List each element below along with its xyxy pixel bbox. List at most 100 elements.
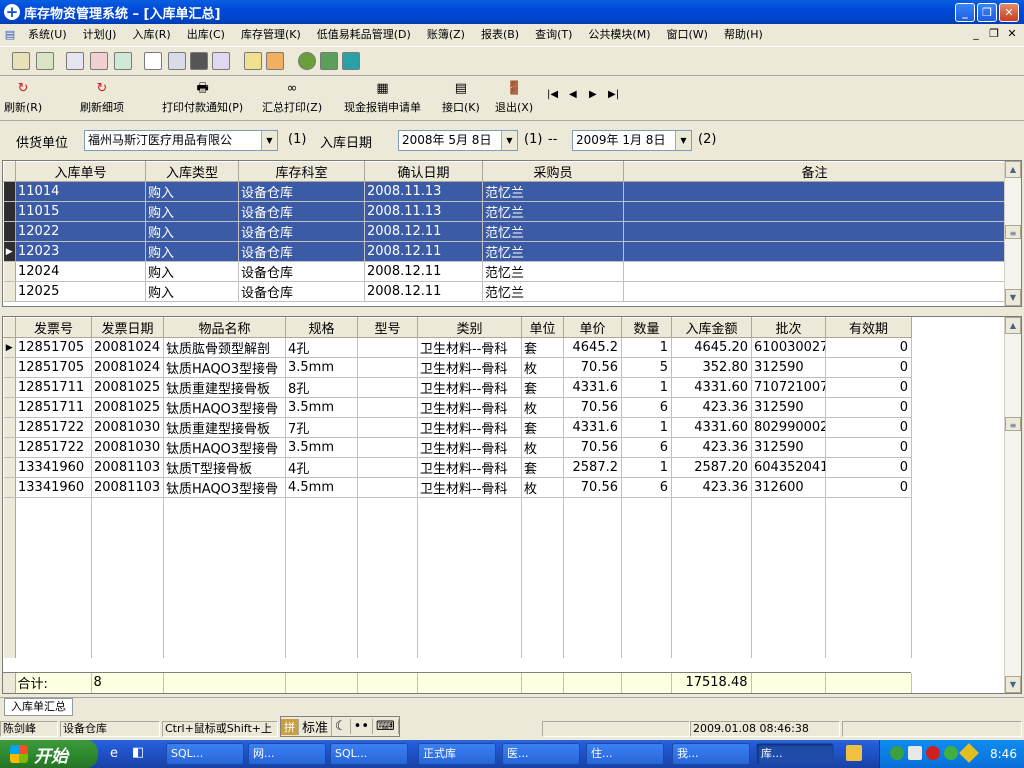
col-header-unit[interactable]: 单位 <box>521 317 564 338</box>
clock[interactable]: 8:46 <box>990 747 1017 761</box>
col-header-dept[interactable]: 库存科室 <box>238 161 365 182</box>
row-indicator[interactable] <box>3 477 16 498</box>
sheet-icon[interactable] <box>342 52 360 70</box>
menu-common[interactable]: 公共模块(M) <box>580 26 658 42</box>
menu-inbound[interactable]: 入库(R) <box>124 26 178 42</box>
col-header-qty[interactable]: 数量 <box>621 317 672 338</box>
save-icon[interactable] <box>36 52 54 70</box>
refresh-button[interactable]: ↻ 刷新(R) <box>4 81 42 115</box>
col-header-item-name[interactable]: 物品名称 <box>163 317 286 338</box>
chevron-down-icon[interactable]: ▼ <box>675 131 691 150</box>
scroll-thumb[interactable]: ≡ <box>1005 417 1021 431</box>
shield-icon[interactable] <box>959 743 979 763</box>
transfer-icon[interactable] <box>114 52 132 70</box>
next-record-button[interactable]: ▶ <box>589 89 597 100</box>
col-header-confirm-date[interactable]: 确认日期 <box>364 161 483 182</box>
document-icon[interactable]: ▤ <box>0 28 20 41</box>
scroll-up-icon[interactable]: ▲ <box>1005 161 1021 178</box>
security-alert-icon[interactable] <box>926 746 940 760</box>
row-indicator[interactable] <box>3 377 16 398</box>
stop-icon[interactable] <box>298 52 316 70</box>
menu-window[interactable]: 窗口(W) <box>658 26 715 42</box>
network-icon[interactable] <box>890 746 904 760</box>
keyboard-icon[interactable]: ⌨ <box>373 719 399 734</box>
col-header-model[interactable]: 型号 <box>357 317 418 338</box>
task-web[interactable]: 网... <box>248 743 326 765</box>
ime-toolbar[interactable]: 拼 标准 ☾ •• ⌨ <box>280 716 400 737</box>
table-row[interactable]: 13341960 20081103 钛质HAQO3型接骨 4.5mm 卫生材料--骨科枚… <box>3 477 912 498</box>
scroll-up-icon[interactable]: ▲ <box>1005 317 1021 334</box>
col-header-receipt-no[interactable]: 入库单号 <box>15 161 146 182</box>
col-header-invoice-no[interactable]: 发票号 <box>15 317 92 338</box>
ie-icon[interactable]: e <box>110 746 118 761</box>
moon-icon[interactable]: ☾ <box>332 719 351 734</box>
row-indicator[interactable]: ▶ <box>3 337 16 358</box>
thermometer-icon[interactable] <box>266 52 284 70</box>
col-header-category[interactable]: 类别 <box>417 317 522 338</box>
row-indicator[interactable] <box>3 417 16 438</box>
table-row[interactable]: 12851705 20081024 钛质HAQO3型接骨 3.5mm 卫生材料--骨科枚… <box>3 357 912 378</box>
title-bar[interactable]: + 库存物资管理系统 – [入库单汇总] _ ❐ ✕ <box>0 0 1024 24</box>
close-button[interactable]: ✕ <box>999 3 1019 22</box>
col-header-type[interactable]: 入库类型 <box>145 161 239 182</box>
row-indicator[interactable] <box>3 357 16 378</box>
table-row[interactable]: ▶ 12023 购入 设备仓库 2008.12.11 范忆兰 <box>3 241 1006 262</box>
lower-scrollbar[interactable]: ▲ ≡ ▼ <box>1004 317 1021 693</box>
table-row[interactable]: 11015 购入 设备仓库 2008.11.13 范忆兰 <box>3 201 1006 222</box>
table-row[interactable]: 12024 购入 设备仓库 2008.12.11 范忆兰 <box>3 261 1006 282</box>
task-production-db[interactable]: 正式库 <box>418 743 496 765</box>
menu-inventory[interactable]: 库存管理(K) <box>233 26 309 42</box>
task-mine[interactable]: 我... <box>672 743 750 765</box>
tab-receipt-summary[interactable]: 入库单汇总 <box>4 698 73 716</box>
mdi-close-button[interactable]: ✕ <box>1004 26 1020 41</box>
prev-record-button[interactable]: ◀ <box>569 89 577 100</box>
table-row[interactable]: 12022 购入 设备仓库 2008.12.11 范忆兰 <box>3 221 1006 242</box>
col-header-spec[interactable]: 规格 <box>285 317 358 338</box>
ime-mode[interactable]: 标准 <box>299 717 333 736</box>
car-icon[interactable] <box>244 52 262 70</box>
mdi-restore-button[interactable]: ❐ <box>986 26 1002 41</box>
col-header-invoice-date[interactable]: 发票日期 <box>91 317 164 338</box>
date-from-picker[interactable]: 2008年 5月 8日 ▼ <box>398 130 518 151</box>
menu-ledger[interactable]: 账簿(Z) <box>419 26 473 42</box>
first-record-button[interactable]: |◀ <box>547 89 558 100</box>
refresh-detail-button[interactable]: ↻ 刷新细项 <box>80 81 124 115</box>
row-indicator[interactable] <box>3 181 16 202</box>
task-inventory[interactable]: 库... <box>756 743 834 765</box>
desktop-icon[interactable]: ◧ <box>132 745 144 760</box>
receipt-grid[interactable]: 入库单号 入库类型 库存科室 确认日期 采购员 备注 11014 购入 设备仓库 20… <box>2 160 1022 307</box>
mdi-minimize-button[interactable]: _ <box>968 26 984 41</box>
menu-plan[interactable]: 计划(J) <box>75 26 125 42</box>
upper-scrollbar[interactable]: ▲ ≡ ▼ <box>1004 161 1021 306</box>
task-sql-1[interactable]: SQL... <box>166 743 244 765</box>
row-indicator[interactable] <box>3 221 16 242</box>
supplier-select[interactable]: 福州马斯汀医疗用品有限公 ▼ <box>84 130 278 151</box>
row-indicator[interactable] <box>3 457 16 478</box>
row-indicator[interactable] <box>3 437 16 458</box>
table-row[interactable]: 12851722 20081030 钛质HAQO3型接骨 3.5mm 卫生材料--骨科枚… <box>3 437 912 458</box>
minimize-button[interactable]: _ <box>955 3 975 22</box>
table-row[interactable]: 12851711 20081025 钛质HAQO3型接骨 3.5mm 卫生材料--骨科枚… <box>3 397 912 418</box>
ime-logo-icon[interactable]: 拼 <box>281 718 299 735</box>
date-to-picker[interactable]: 2009年 1月 8日 ▼ <box>572 130 692 151</box>
table-row[interactable]: 12851722 20081030 钛质重建型接骨板 7孔 卫生材料--骨科套 4331.… <box>3 417 912 438</box>
volume-icon[interactable] <box>908 746 922 760</box>
scroll-down-icon[interactable]: ▼ <box>1005 676 1021 693</box>
menu-help[interactable]: 帮助(H) <box>716 26 771 42</box>
chevron-down-icon[interactable]: ▼ <box>501 131 517 150</box>
row-indicator[interactable]: ▶ <box>3 241 16 262</box>
ime-tray-icon[interactable] <box>846 745 862 761</box>
open-icon[interactable] <box>12 52 30 70</box>
exit-button[interactable]: 🚪 退出(X) <box>495 81 533 115</box>
grid-icon[interactable] <box>168 52 186 70</box>
chevron-down-icon[interactable]: ▼ <box>261 131 277 150</box>
restore-button[interactable]: ❐ <box>977 3 997 22</box>
task-inpatient[interactable]: 住... <box>586 743 664 765</box>
table-row[interactable]: 12851711 20081025 钛质重建型接骨板 8孔 卫生材料--骨科套 4331.… <box>3 377 912 398</box>
menu-consumables[interactable]: 低值易耗品管理(D) <box>309 26 419 42</box>
col-header-price[interactable]: 单价 <box>563 317 622 338</box>
detail-grid[interactable]: 发票号 发票日期 物品名称 规格 型号 类别 单位 单价 数量 入库金额 批次 … <box>2 316 1022 694</box>
search-icon[interactable] <box>144 52 162 70</box>
scroll-down-icon[interactable]: ▼ <box>1005 289 1021 306</box>
table-row[interactable]: 12025 购入 设备仓库 2008.12.11 范忆兰 <box>3 281 1006 302</box>
